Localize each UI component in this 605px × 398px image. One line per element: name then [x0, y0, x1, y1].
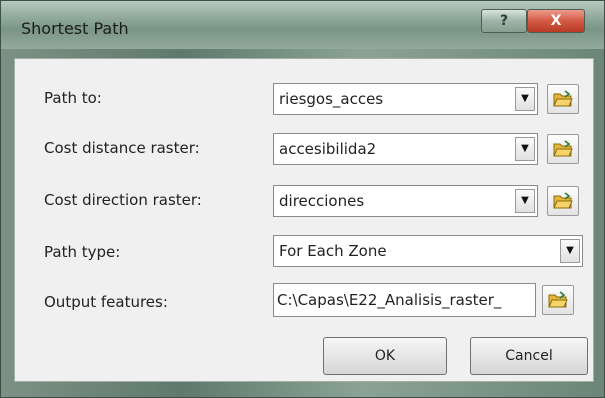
help-button[interactable]: ?: [481, 9, 527, 33]
cost-direction-browse-button[interactable]: [547, 186, 579, 216]
output-features-browse-button[interactable]: [542, 285, 574, 315]
ok-button[interactable]: OK: [323, 337, 447, 375]
chevron-down-icon[interactable]: ▼: [515, 137, 535, 161]
output-features-label: Output features:: [44, 293, 168, 311]
cost-direction-select[interactable]: direcciones ▼: [273, 185, 538, 217]
open-folder-icon: [553, 192, 573, 209]
open-folder-icon: [548, 291, 568, 308]
cancel-button[interactable]: Cancel: [470, 337, 588, 375]
cost-distance-select[interactable]: accesibilida2 ▼: [273, 133, 538, 165]
chevron-down-icon[interactable]: ▼: [515, 189, 535, 213]
output-features-value: C:\Capas\E22_Analisis_raster_: [277, 291, 502, 309]
cost-direction-value: direcciones: [279, 192, 365, 210]
path-to-browse-button[interactable]: [547, 84, 579, 114]
chevron-down-icon[interactable]: ▼: [515, 87, 535, 111]
path-to-value: riesgos_acces: [279, 90, 384, 108]
open-folder-icon: [553, 140, 573, 157]
close-button[interactable]: X: [527, 9, 585, 33]
window-title: Shortest Path: [21, 19, 129, 38]
open-folder-icon: [553, 90, 573, 107]
path-type-select[interactable]: For Each Zone ▼: [273, 235, 583, 267]
output-features-input[interactable]: C:\Capas\E22_Analisis_raster_: [273, 283, 536, 317]
cost-direction-label: Cost direction raster:: [44, 191, 202, 209]
shortest-path-dialog: Shortest Path ? X Path to: riesgos_acces…: [0, 0, 605, 398]
cost-distance-browse-button[interactable]: [547, 134, 579, 164]
path-to-select[interactable]: riesgos_acces ▼: [273, 83, 538, 115]
path-type-value: For Each Zone: [279, 242, 387, 260]
cost-distance-value: accesibilida2: [279, 140, 377, 158]
title-bar[interactable]: Shortest Path ? X: [1, 1, 604, 49]
chevron-down-icon[interactable]: ▼: [560, 239, 580, 263]
dialog-body: Path to: riesgos_acces ▼ Cost distance r…: [14, 58, 594, 382]
path-type-label: Path type:: [44, 243, 121, 261]
path-to-label: Path to:: [44, 89, 102, 107]
cost-distance-label: Cost distance raster:: [44, 139, 200, 157]
